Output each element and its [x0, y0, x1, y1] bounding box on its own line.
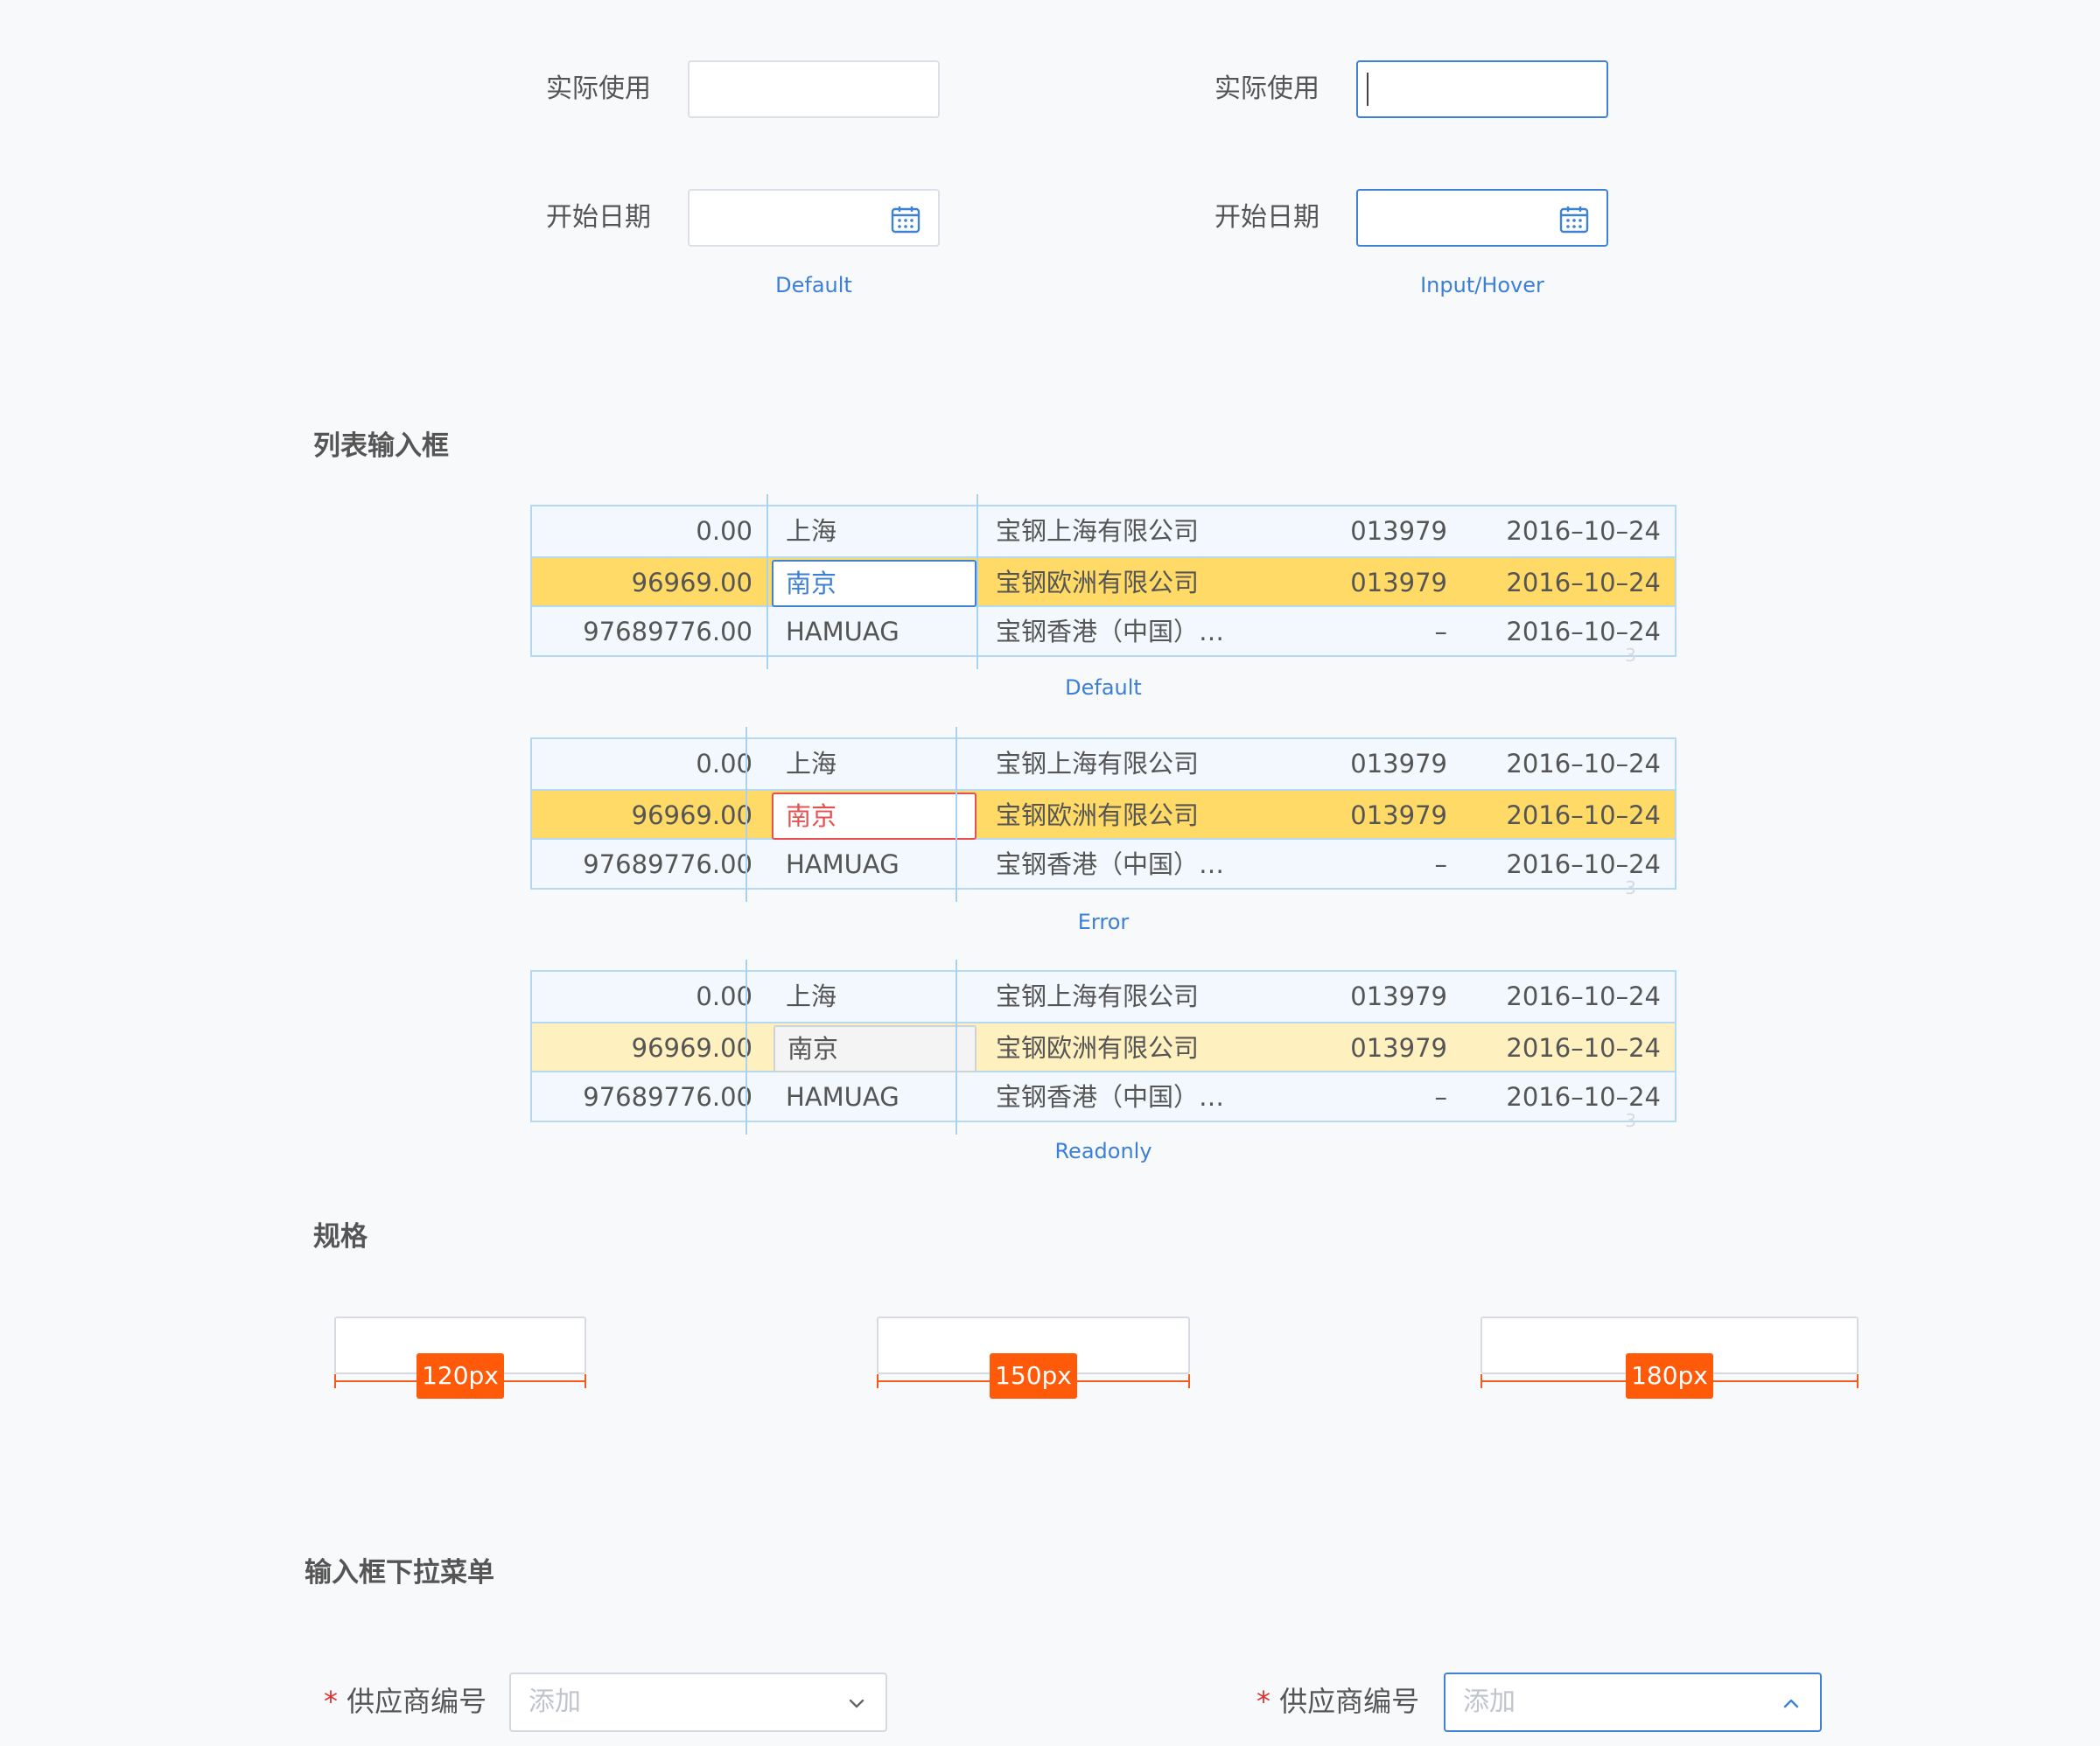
- amount-cell: 96969.00: [631, 800, 752, 830]
- code-cell: 013979: [1350, 981, 1447, 1011]
- required-mark: *: [1256, 1685, 1270, 1718]
- city-cell: 上海: [786, 749, 837, 779]
- column-divider[interactable]: [766, 494, 768, 669]
- spec-section-title: 规格: [313, 1221, 368, 1253]
- start-date-label-hover: 开始日期: [1214, 202, 1320, 233]
- required-mark: *: [324, 1685, 338, 1718]
- date-cell: 2016–10–24: [1506, 1033, 1661, 1063]
- spec-badge-180: 180px: [1626, 1353, 1713, 1399]
- chevron-up-icon[interactable]: [1782, 1694, 1801, 1713]
- date-cell: 2016–10–24: [1506, 981, 1661, 1011]
- ghost-mark: 3: [1625, 645, 1636, 666]
- actual-use-label-hover: 实际使用: [1214, 73, 1320, 104]
- code-cell: 013979: [1350, 800, 1447, 830]
- company-cell: 宝钢上海有限公司: [996, 516, 1200, 546]
- column-divider[interactable]: [746, 960, 747, 1135]
- table-row: 0.00 上海 宝钢上海有限公司 013979 2016–10–24: [532, 972, 1675, 1022]
- table-row: 0.00 上海 宝钢上海有限公司 013979 2016–10–24: [532, 506, 1675, 556]
- list-table-readonly: 0.00 上海 宝钢上海有限公司 013979 2016–10–24 96969…: [530, 960, 1676, 1135]
- column-divider[interactable]: [956, 960, 957, 1135]
- actual-use-input[interactable]: [688, 60, 940, 118]
- code-cell: 013979: [1350, 516, 1447, 546]
- hover-state-caption: Input/Hover: [1420, 273, 1544, 297]
- date-cell: 2016–10–24: [1506, 800, 1661, 830]
- code-cell: 013979: [1350, 568, 1447, 597]
- city-cell-input[interactable]: 南京: [772, 560, 976, 607]
- calendar-icon[interactable]: [1559, 205, 1589, 234]
- city-cell: HAMUAG: [786, 617, 900, 646]
- amount-cell: 97689776.00: [583, 849, 752, 879]
- supplier-code-label-text: 供应商编号: [1279, 1685, 1420, 1718]
- date-cell: 2016–10–24: [1506, 516, 1661, 546]
- dropdown-section-title: 输入框下拉菜单: [304, 1557, 494, 1589]
- table-error-caption: Error: [1077, 910, 1130, 934]
- table-row-selected: 96969.00 南京 宝钢欧洲有限公司 013979 2016–10–24: [532, 1022, 1675, 1072]
- code-cell: –: [1434, 617, 1448, 646]
- table-default-caption: Default: [1065, 675, 1142, 700]
- code-cell: 013979: [1350, 749, 1447, 779]
- actual-use-input-focused[interactable]: [1356, 60, 1608, 118]
- supplier-code-label-open: * 供应商编号: [1256, 1680, 1419, 1720]
- amount-cell: 0.00: [696, 516, 752, 546]
- table-readonly-caption: Readonly: [1054, 1139, 1152, 1163]
- city-cell: 上海: [786, 516, 837, 546]
- city-cell: 上海: [786, 981, 837, 1011]
- amount-cell: 96969.00: [631, 1033, 752, 1063]
- start-date-input[interactable]: [688, 189, 940, 247]
- actual-use-label: 实际使用: [546, 73, 651, 104]
- table-row-selected: 96969.00 南京 宝钢欧洲有限公司 013979 2016–10–24: [532, 789, 1675, 840]
- start-date-input-hover[interactable]: [1356, 189, 1608, 247]
- table-row: 97689776.00 HAMUAG 宝钢香港（中国）… – 2016–10–2…: [532, 1072, 1675, 1122]
- list-table-default: 0.00 上海 宝钢上海有限公司 013979 2016–10–24 96969…: [530, 494, 1676, 669]
- company-cell: 宝钢上海有限公司: [996, 981, 1200, 1011]
- company-cell: 宝钢欧洲有限公司: [996, 800, 1200, 830]
- column-divider[interactable]: [956, 727, 957, 902]
- code-cell: –: [1434, 849, 1448, 879]
- ghost-mark: 3: [1625, 1110, 1636, 1131]
- supplier-code-label: * 供应商编号: [324, 1680, 486, 1720]
- default-state-caption: Default: [775, 273, 852, 297]
- supplier-code-select[interactable]: 添加: [509, 1673, 887, 1732]
- spec-badge-120: 120px: [416, 1353, 504, 1399]
- select-placeholder: 添加: [528, 1687, 581, 1717]
- city-cell-readonly: 南京: [774, 1025, 976, 1072]
- company-cell: 宝钢香港（中国）…: [996, 849, 1225, 879]
- city-cell-input-error[interactable]: 南京: [772, 793, 976, 840]
- code-cell: –: [1434, 1082, 1448, 1112]
- list-input-section-title: 列表输入框: [313, 430, 449, 462]
- amount-cell: 0.00: [696, 749, 752, 779]
- select-placeholder: 添加: [1463, 1687, 1516, 1717]
- ghost-mark: 3: [1625, 877, 1636, 898]
- spec-badge-150: 150px: [990, 1353, 1077, 1399]
- column-divider[interactable]: [976, 494, 978, 669]
- column-divider[interactable]: [746, 727, 747, 902]
- list-table-error: 0.00 上海 宝钢上海有限公司 013979 2016–10–24 96969…: [530, 727, 1676, 902]
- date-cell: 2016–10–24: [1506, 568, 1661, 597]
- amount-cell: 97689776.00: [583, 617, 752, 646]
- company-cell: 宝钢上海有限公司: [996, 749, 1200, 779]
- chevron-down-icon[interactable]: [847, 1694, 866, 1713]
- amount-cell: 96969.00: [631, 568, 752, 597]
- start-date-label: 开始日期: [546, 202, 651, 233]
- company-cell: 宝钢欧洲有限公司: [996, 568, 1200, 597]
- company-cell: 宝钢欧洲有限公司: [996, 1033, 1200, 1063]
- calendar-icon[interactable]: [891, 205, 920, 234]
- city-cell: HAMUAG: [786, 1082, 900, 1112]
- supplier-code-select-open[interactable]: 添加: [1444, 1673, 1822, 1732]
- amount-cell: 97689776.00: [583, 1082, 752, 1112]
- text-caret: [1367, 73, 1368, 106]
- supplier-code-label-text: 供应商编号: [346, 1685, 487, 1718]
- city-cell: HAMUAG: [786, 849, 900, 879]
- company-cell: 宝钢香港（中国）…: [996, 1082, 1225, 1112]
- table-row: 97689776.00 HAMUAG 宝钢香港（中国）… – 2016–10–2…: [532, 840, 1675, 890]
- date-cell: 2016–10–24: [1506, 749, 1661, 779]
- amount-cell: 0.00: [696, 981, 752, 1011]
- company-cell: 宝钢香港（中国）…: [996, 617, 1225, 646]
- table-row: 97689776.00 HAMUAG 宝钢香港（中国）… – 2016–10–2…: [532, 607, 1675, 657]
- table-row-selected: 96969.00 南京 宝钢欧洲有限公司 013979 2016–10–24: [532, 556, 1675, 607]
- table-row: 0.00 上海 宝钢上海有限公司 013979 2016–10–24: [532, 739, 1675, 789]
- code-cell: 013979: [1350, 1033, 1447, 1063]
